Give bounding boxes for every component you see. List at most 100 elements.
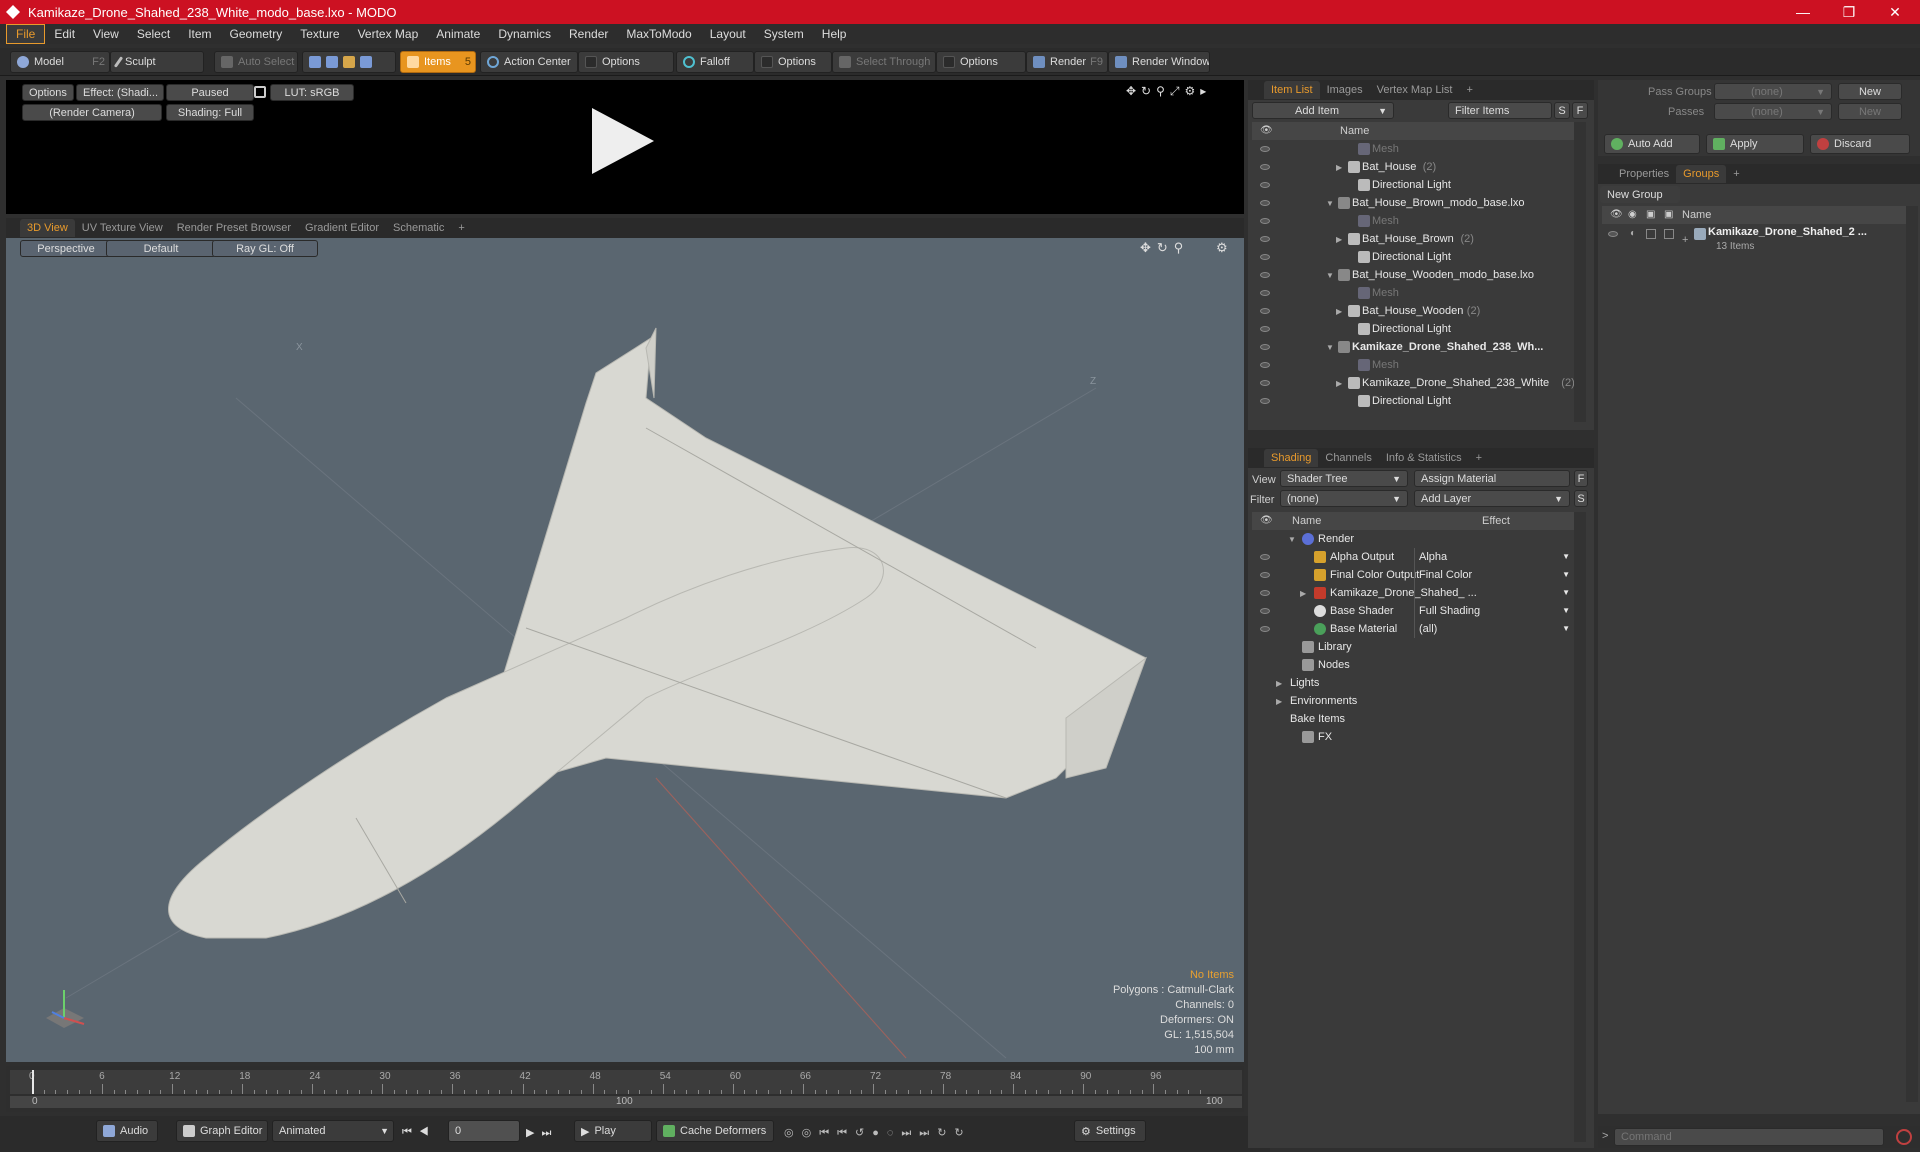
auto-add-button[interactable]: Auto Add bbox=[1604, 134, 1700, 154]
current-frame-field[interactable]: 0 bbox=[448, 1120, 520, 1142]
animated-dropdown[interactable]: Animated ▼ bbox=[272, 1120, 394, 1142]
tab-schematic[interactable]: Schematic bbox=[386, 219, 451, 237]
itemlist-row[interactable]: Mesh bbox=[1252, 284, 1574, 302]
menu-view[interactable]: View bbox=[84, 24, 128, 44]
close-button[interactable]: ✕ bbox=[1872, 0, 1918, 24]
timeline-ruler[interactable]: 06121824303642485460667278849096 bbox=[10, 1070, 1242, 1094]
filter-f-button[interactable]: F bbox=[1572, 102, 1588, 119]
settings-button[interactable]: ⚙ Settings bbox=[1074, 1120, 1146, 1142]
itemlist-row[interactable]: Directional Light bbox=[1252, 320, 1574, 338]
eye-icon[interactable] bbox=[1260, 182, 1270, 188]
expand-arrow-icon[interactable]: ▶ bbox=[1336, 379, 1342, 388]
render-window-button[interactable]: Render Window bbox=[1108, 51, 1210, 73]
tab-item-list[interactable]: Item List bbox=[1264, 81, 1320, 99]
shader-tree-row[interactable]: Nodes bbox=[1252, 656, 1574, 674]
effect-dropdown[interactable]: ▼ bbox=[1414, 584, 1574, 602]
add-tab-button[interactable]: + bbox=[451, 219, 471, 237]
eye-icon[interactable] bbox=[1260, 554, 1270, 560]
shading-s-button[interactable]: S bbox=[1574, 490, 1588, 507]
preview-effect-dropdown[interactable]: Effect: (Shadi... bbox=[76, 84, 164, 101]
menu-file[interactable]: File bbox=[6, 24, 46, 44]
assign-material-button[interactable]: Assign Material bbox=[1414, 470, 1570, 487]
eye-icon[interactable] bbox=[1260, 236, 1270, 242]
eye-icon[interactable] bbox=[1260, 380, 1270, 386]
itemlist-row[interactable]: Mesh bbox=[1252, 212, 1574, 230]
vertices-mode-icon[interactable] bbox=[309, 56, 321, 68]
expand-arrow-icon[interactable]: ▶ bbox=[1276, 697, 1282, 706]
tab-render-preset-browser[interactable]: Render Preset Browser bbox=[170, 219, 298, 237]
shader-tree-row[interactable]: ▶ Kamikaze_Drone_Shahed_ ... ▼ bbox=[1252, 584, 1574, 602]
tab-groups[interactable]: Groups bbox=[1676, 165, 1727, 183]
key-tools-icons[interactable]: ◎◎⏮⏮↺●◌⏭⏭↻↻ bbox=[784, 1126, 972, 1140]
eye-icon[interactable] bbox=[1260, 326, 1270, 332]
shading-dropdown[interactable]: Shading: Full bbox=[166, 104, 254, 121]
render-toggle-icon[interactable]: ◐ bbox=[1630, 228, 1636, 239]
falloff-options-button[interactable]: Options bbox=[754, 51, 832, 73]
preview-nav-icons[interactable]: ✥↻⚲⤢⚙▸ bbox=[1126, 84, 1211, 99]
cache-deformers-button[interactable]: Cache Deformers bbox=[656, 1120, 774, 1142]
expand-icon[interactable]: + bbox=[1682, 234, 1688, 246]
group-row[interactable]: ◐ + Kamikaze_Drone_Shahed_2 ... 13 Items bbox=[1602, 224, 1906, 254]
prev-key-buttons[interactable]: ⏮◀ bbox=[402, 1126, 436, 1139]
preview-options-button[interactable]: Options bbox=[22, 84, 74, 101]
expand-arrow-icon[interactable]: ▶ bbox=[1276, 679, 1282, 688]
model-mode-button[interactable]: Model F2 bbox=[10, 51, 110, 73]
menu-system[interactable]: System bbox=[755, 24, 813, 44]
new-pass-group-button[interactable]: New bbox=[1838, 83, 1902, 100]
itemlist-row[interactable]: Mesh bbox=[1252, 140, 1574, 158]
itemlist-row[interactable]: Directional Light bbox=[1252, 392, 1574, 410]
materials-mode-icon[interactable] bbox=[360, 56, 372, 68]
tab-images[interactable]: Images bbox=[1320, 81, 1370, 99]
eye-icon[interactable] bbox=[1260, 572, 1270, 578]
itemlist-row[interactable]: ▶ Kamikaze_Drone_Shahed_238_White (2) bbox=[1252, 374, 1574, 392]
effect-dropdown[interactable]: Full Shading ▼ bbox=[1414, 602, 1574, 620]
pass-groups-dropdown[interactable]: (none) ▼ bbox=[1714, 83, 1832, 100]
menu-help[interactable]: Help bbox=[813, 24, 856, 44]
expand-arrow-icon[interactable]: ▶ bbox=[1336, 307, 1342, 316]
eye-icon[interactable] bbox=[1260, 608, 1270, 614]
menu-dynamics[interactable]: Dynamics bbox=[489, 24, 560, 44]
apply-button[interactable]: Apply bbox=[1706, 134, 1804, 154]
auto-select-button[interactable]: Auto Select bbox=[214, 51, 298, 73]
action-center-options-button[interactable]: Options bbox=[578, 51, 674, 73]
filter-dropdown[interactable]: (none) ▼ bbox=[1280, 490, 1408, 507]
effect-dropdown[interactable]: Alpha ▼ bbox=[1414, 548, 1574, 566]
eye-icon[interactable] bbox=[1260, 590, 1270, 596]
tab-properties[interactable]: Properties bbox=[1612, 165, 1676, 183]
menu-render[interactable]: Render bbox=[560, 24, 617, 44]
eye-icon[interactable] bbox=[1260, 626, 1270, 632]
eye-icon[interactable] bbox=[1260, 254, 1270, 260]
expand-arrow-icon[interactable]: ▶ bbox=[1336, 163, 1342, 172]
minimize-button[interactable]: — bbox=[1780, 0, 1826, 24]
3d-viewport[interactable]: Perspective Default Ray GL: Off ✥↻⚲ ⚙ X … bbox=[6, 238, 1244, 1062]
add-item-button[interactable]: Add Item ▼ bbox=[1252, 102, 1394, 119]
eye-icon[interactable] bbox=[1260, 398, 1270, 404]
menu-item[interactable]: Item bbox=[179, 24, 220, 44]
itemlist-row[interactable]: Directional Light bbox=[1252, 176, 1574, 194]
command-input[interactable] bbox=[1614, 1128, 1884, 1146]
itemlist-row[interactable]: ▼ Kamikaze_Drone_Shahed_238_Wh... bbox=[1252, 338, 1574, 356]
tab-info-statistics[interactable]: Info & Statistics bbox=[1379, 449, 1469, 467]
tab-vertex-map-list[interactable]: Vertex Map List bbox=[1370, 81, 1460, 99]
itemlist-row[interactable]: Mesh bbox=[1252, 356, 1574, 374]
filter-s-button[interactable]: S bbox=[1554, 102, 1570, 119]
graph-editor-button[interactable]: Graph Editor bbox=[176, 1120, 268, 1142]
shader-tree-row[interactable]: Library bbox=[1252, 638, 1574, 656]
add-tab-button[interactable]: + bbox=[1459, 81, 1479, 99]
passes-dropdown[interactable]: (none) ▼ bbox=[1714, 103, 1832, 120]
menu-select[interactable]: Select bbox=[128, 24, 179, 44]
effect-dropdown[interactable]: Final Color ▼ bbox=[1414, 566, 1574, 584]
menu-vertex-map[interactable]: Vertex Map bbox=[349, 24, 428, 44]
lut-dropdown[interactable]: LUT: sRGB bbox=[270, 84, 354, 101]
add-layer-button[interactable]: Add Layer ▼ bbox=[1414, 490, 1570, 507]
falloff-button[interactable]: Falloff bbox=[676, 51, 754, 73]
itemlist-row[interactable]: Directional Light bbox=[1252, 248, 1574, 266]
itemlist-scrollbar[interactable] bbox=[1574, 122, 1586, 422]
shader-tree-row[interactable]: ▶ Environments bbox=[1252, 692, 1574, 710]
polygons-mode-icon[interactable] bbox=[343, 56, 355, 68]
eye-icon[interactable] bbox=[1260, 272, 1270, 278]
shader-tree-row[interactable]: Alpha Output Alpha ▼ bbox=[1252, 548, 1574, 566]
render-button[interactable]: Render F9 bbox=[1026, 51, 1108, 73]
add-tab-button[interactable]: + bbox=[1469, 449, 1489, 467]
preview-paused-toggle[interactable]: Paused bbox=[166, 84, 254, 101]
